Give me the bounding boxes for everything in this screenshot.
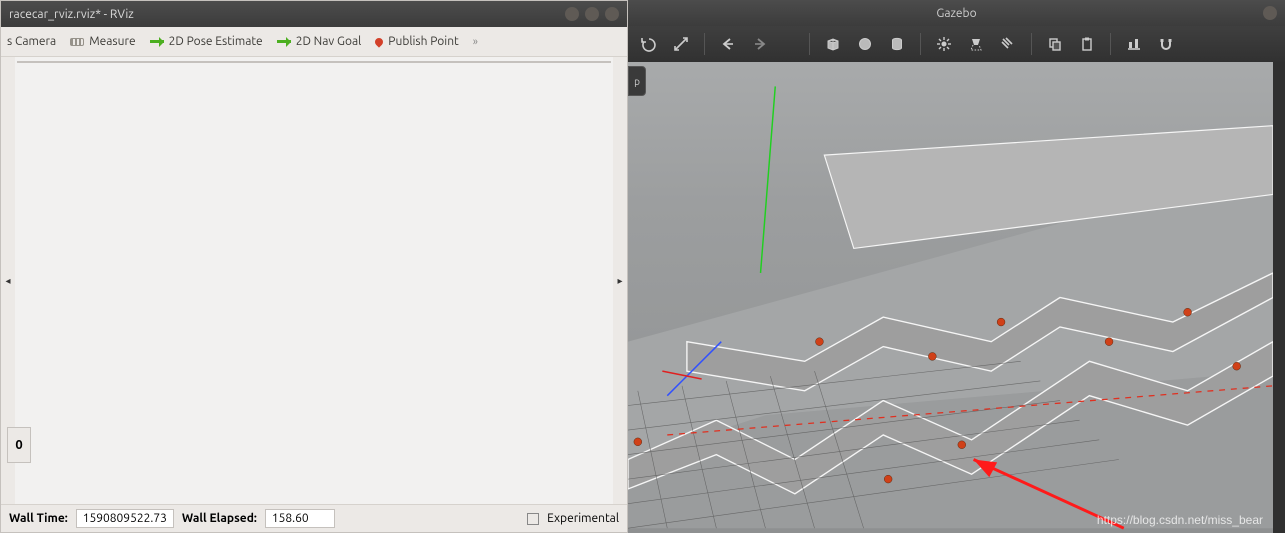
copy-button[interactable] [1042, 32, 1068, 56]
measure-tool[interactable]: Measure [70, 35, 135, 48]
rviz-toolbar: s Camera Measure 2D Pose Estimate 2D Nav… [1, 27, 627, 57]
right-collapse[interactable]: ▸ [613, 57, 627, 504]
paste-button[interactable] [1074, 32, 1100, 56]
gazebo-3d-scene [628, 62, 1273, 533]
magnet-icon [1158, 36, 1174, 52]
sphere-icon [857, 36, 873, 52]
back-button[interactable] [715, 32, 741, 56]
wallelapsed-value: 158.60 [265, 509, 335, 528]
gazebo-viewport[interactable]: p [628, 62, 1273, 533]
maximize-icon[interactable] [585, 7, 599, 21]
camera-tool[interactable]: s Camera [7, 35, 56, 48]
walltime-label: Wall Time: [9, 512, 68, 525]
forward-arrow-icon [752, 36, 768, 52]
chevron-left-icon: ◂ [5, 275, 10, 287]
publish-point-tool[interactable]: Publish Point [375, 35, 458, 48]
snap-button[interactable] [1153, 32, 1179, 56]
display-zero: 0 [7, 427, 31, 463]
cylinder-button[interactable] [884, 32, 910, 56]
undo-button[interactable] [636, 32, 662, 56]
copy-icon [1047, 36, 1063, 52]
sphere-button[interactable] [852, 32, 878, 56]
minimize-icon[interactable] [565, 7, 579, 21]
pin-icon [374, 36, 385, 47]
back-arrow-icon [720, 36, 736, 52]
experimental-checkbox[interactable] [527, 513, 539, 525]
arrow-icon [150, 40, 164, 43]
cylinder-icon [889, 36, 905, 52]
viewport-close-br[interactable]: × [599, 61, 611, 63]
experimental-label: Experimental [547, 512, 619, 525]
box-icon [825, 36, 841, 52]
rviz-titlebar[interactable]: racecar_rviz.rviz* - RViz [1, 1, 627, 27]
directional-light-icon [1000, 36, 1016, 52]
wallelapsed-label: Wall Elapsed: [182, 512, 257, 525]
walltime-value: 1590809522.73 [76, 509, 174, 528]
arrow-icon [277, 40, 291, 43]
gazebo-window: Gazebo p [628, 0, 1285, 533]
gazebo-titlebar[interactable]: Gazebo [628, 0, 1285, 26]
gazebo-right-gutter [1273, 62, 1285, 533]
pose-estimate-tool[interactable]: 2D Pose Estimate [150, 35, 263, 48]
window-title: Gazebo [936, 7, 976, 20]
chevron-right-icon: ▸ [617, 275, 622, 287]
scale-icon [673, 36, 689, 52]
spotlight-icon [968, 36, 984, 52]
dir-light-button[interactable] [995, 32, 1021, 56]
box-button[interactable] [820, 32, 846, 56]
paste-icon [1079, 36, 1095, 52]
window-title: racecar_rviz.rviz* - RViz [9, 8, 134, 21]
rviz-viewport[interactable]: × × [17, 61, 611, 63]
light-icon [936, 36, 952, 52]
toolbar-overflow[interactable]: » [473, 36, 478, 48]
spot-light-button[interactable] [963, 32, 989, 56]
nav-goal-tool[interactable]: 2D Nav Goal [277, 35, 362, 48]
watermark: https://blog.csdn.net/miss_bear [1097, 513, 1263, 527]
gazebo-toolbar [628, 26, 1285, 62]
close-icon[interactable] [605, 7, 619, 21]
rviz-statusbar: Wall Time: 1590809522.73 Wall Elapsed: 1… [1, 504, 627, 532]
rviz-window: racecar_rviz.rviz* - RViz s Camera Measu… [0, 0, 628, 533]
undo-icon [641, 36, 657, 52]
measure-icon [70, 38, 84, 46]
viewport-close-tl[interactable]: × [17, 61, 29, 63]
scale-button[interactable] [668, 32, 694, 56]
align-icon [1126, 36, 1142, 52]
point-light-button[interactable] [931, 32, 957, 56]
forward-button[interactable] [747, 32, 773, 56]
align-button[interactable] [1121, 32, 1147, 56]
close-icon[interactable] [1263, 6, 1277, 20]
